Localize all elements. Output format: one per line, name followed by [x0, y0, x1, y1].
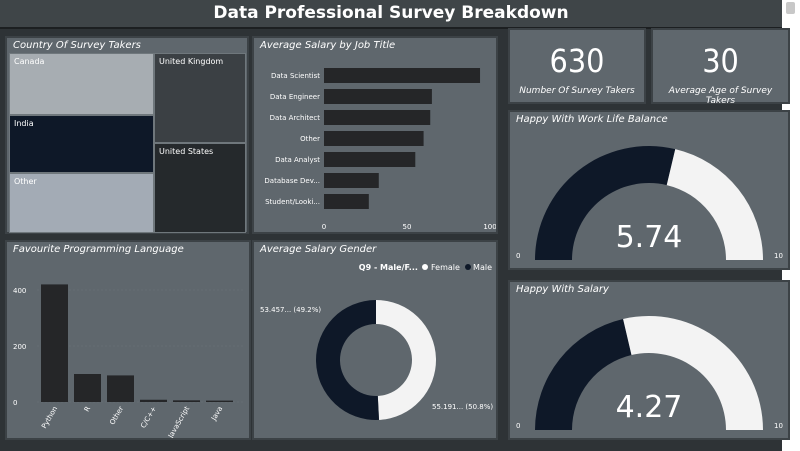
job-bar-label: Database Dev...	[264, 177, 320, 185]
language-x-label: JavaScript	[166, 405, 191, 438]
job-bar[interactable]	[324, 173, 379, 188]
average-age-card: 30 Average Age of Survey Takers	[651, 28, 790, 106]
job-bar-label: Data Architect	[270, 114, 321, 122]
title-bar: Data Professional Survey Breakdown	[0, 0, 782, 29]
job-bar-label: Data Scientist	[271, 72, 320, 80]
salary-gender-panel: Average Salary Gender Q9 - Male/F... Fem…	[252, 240, 498, 440]
job-x-tick: 0	[322, 223, 326, 231]
salary-gauge-max: 10	[774, 422, 783, 430]
language-x-label: C/C++	[139, 405, 158, 430]
job-bar[interactable]	[324, 152, 416, 167]
donut-slice-female[interactable]	[376, 300, 437, 420]
language-y-tick: 200	[13, 343, 26, 351]
work-life-value: 5.74	[615, 220, 683, 255]
language-x-label: R	[83, 405, 92, 413]
treemap-cell-canada[interactable]: Canada	[9, 53, 154, 115]
language-x-label: Other	[108, 405, 125, 426]
treemap-label-united-states: United States	[159, 147, 214, 156]
language-x-label: Java	[209, 405, 224, 423]
treemap-label-india: India	[14, 119, 34, 128]
salary-gauge-panel: Happy With Salary 4.27 0 10	[508, 280, 790, 440]
languages-panel: Favourite Programming Language 400 200 0 Py…	[5, 240, 251, 440]
job-bar-label: Data Engineer	[270, 93, 320, 101]
survey-takers-value: 630	[549, 42, 605, 80]
job-x-tick: 100	[483, 223, 496, 231]
job-bar[interactable]	[324, 89, 432, 104]
language-bar[interactable]	[206, 400, 233, 402]
survey-takers-card: 630 Number Of Survey Takers	[508, 28, 646, 104]
country-panel-title: Country Of Survey Takers	[13, 40, 141, 51]
job-bar[interactable]	[324, 68, 481, 83]
language-y-tick: 400	[13, 287, 26, 295]
language-bar[interactable]	[173, 400, 200, 402]
scrollbar-thumb[interactable]	[786, 2, 795, 14]
job-bar[interactable]	[324, 194, 369, 209]
treemap-label-other: Other	[14, 177, 37, 186]
treemap-cell-india[interactable]: India	[9, 115, 154, 173]
job-bar-label: Data Analyst	[275, 156, 320, 164]
language-bar[interactable]	[41, 284, 68, 402]
job-bar-label: Student/Looki...	[265, 198, 320, 206]
salary-gauge-min: 0	[516, 422, 521, 430]
language-bar[interactable]	[74, 374, 101, 402]
treemap-label-united-kingdom: United Kingdom	[159, 57, 224, 66]
language-y-tick: 0	[13, 399, 17, 407]
work-life-max: 10	[774, 252, 783, 260]
donut-slice-male[interactable]	[316, 300, 380, 420]
language-bar[interactable]	[140, 399, 167, 402]
job-bar[interactable]	[324, 110, 431, 125]
dashboard-title: Data Professional Survey Breakdown	[213, 3, 569, 23]
dashboard-canvas: Data Professional Survey Breakdown Count…	[0, 0, 800, 451]
survey-takers-label: Number Of Survey Takers	[519, 86, 635, 96]
job-bar[interactable]	[324, 131, 424, 146]
donut-label-female: 53.457... (49.2%)	[260, 306, 322, 314]
country-treemap-panel: Country Of Survey Takers Canada United K…	[5, 36, 249, 234]
language-bar[interactable]	[107, 375, 134, 402]
salary-gauge-value: 4.27	[615, 390, 683, 425]
job-bar-label: Other	[300, 135, 320, 143]
treemap-label-canada: Canada	[14, 57, 45, 66]
donut-label-male: 55.191... (50.8%)	[432, 403, 494, 411]
work-life-min: 0	[516, 252, 521, 260]
work-life-gauge-panel: Happy With Work Life Balance 5.74 0 10	[508, 110, 790, 270]
treemap-cell-united-kingdom[interactable]: United Kingdom	[154, 53, 246, 143]
treemap-cell-other[interactable]: Other	[9, 173, 154, 233]
treemap-cell-united-states[interactable]: United States	[154, 143, 246, 233]
language-x-label: Python	[40, 405, 59, 430]
languages-chart: 400 200 0 Python R Other C/C++ JavaScript Java	[13, 284, 243, 438]
average-age-value: 30	[702, 42, 739, 80]
job-x-tick: 50	[403, 223, 412, 231]
salary-by-job-chart: Data Scientist Data Engineer Data Architec…	[264, 68, 496, 231]
salary-by-job-panel: Average Salary by Job Title Data Scienti…	[252, 36, 498, 234]
average-age-label: Average Age of Survey Takers	[668, 86, 773, 106]
